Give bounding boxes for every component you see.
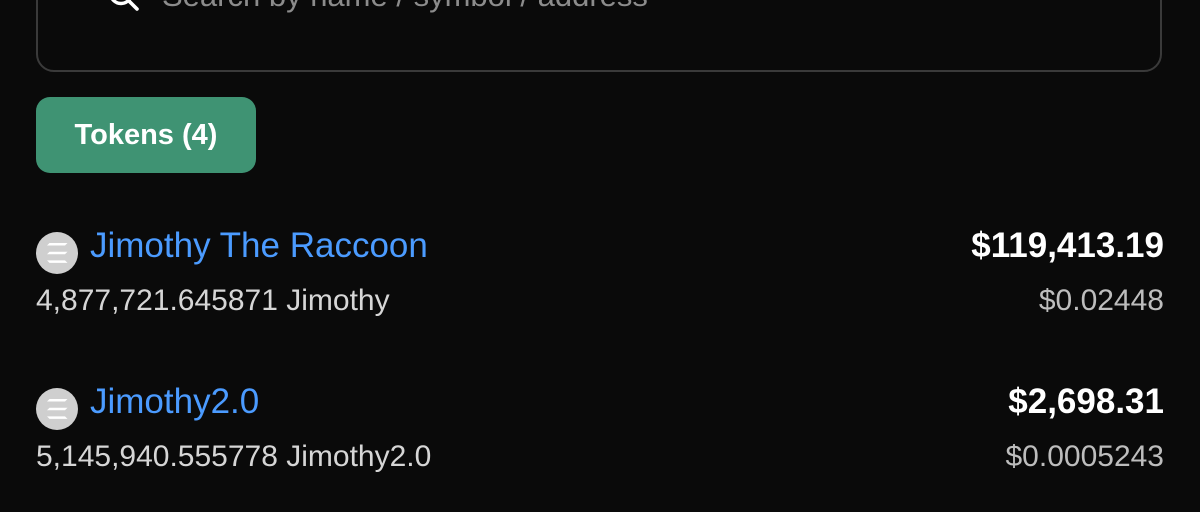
search-input[interactable] — [162, 0, 1162, 18]
token-row[interactable]: Jimothy2.0 5,145,940.555778 Jimothy2.0 $… — [36, 368, 1164, 480]
search-box[interactable] — [36, 0, 1162, 72]
token-row[interactable]: Jimothy The Raccoon 4,877,721.645871 Jim… — [36, 212, 1164, 324]
solana-icon — [36, 232, 78, 274]
token-price: $0.02448 — [1038, 284, 1164, 317]
solana-icon — [36, 388, 78, 430]
tab-tokens-label: Tokens (4) — [74, 118, 218, 151]
token-value: $2,698.31 — [1008, 382, 1164, 421]
token-value: $119,413.19 — [971, 226, 1164, 265]
token-name[interactable]: Jimothy The Raccoon — [90, 226, 428, 266]
search-icon — [111, 0, 139, 11]
token-price: $0.0005243 — [1005, 440, 1165, 473]
token-name[interactable]: Jimothy2.0 — [90, 382, 259, 422]
token-balance: 5,145,940.555778 Jimothy2.0 — [36, 440, 432, 473]
token-list-page: Tokens (4) Jimothy The Raccoon 4,877,721… — [0, 0, 1200, 512]
token-balance: 4,877,721.645871 Jimothy — [36, 284, 390, 317]
tab-tokens[interactable]: Tokens (4) — [36, 97, 256, 173]
